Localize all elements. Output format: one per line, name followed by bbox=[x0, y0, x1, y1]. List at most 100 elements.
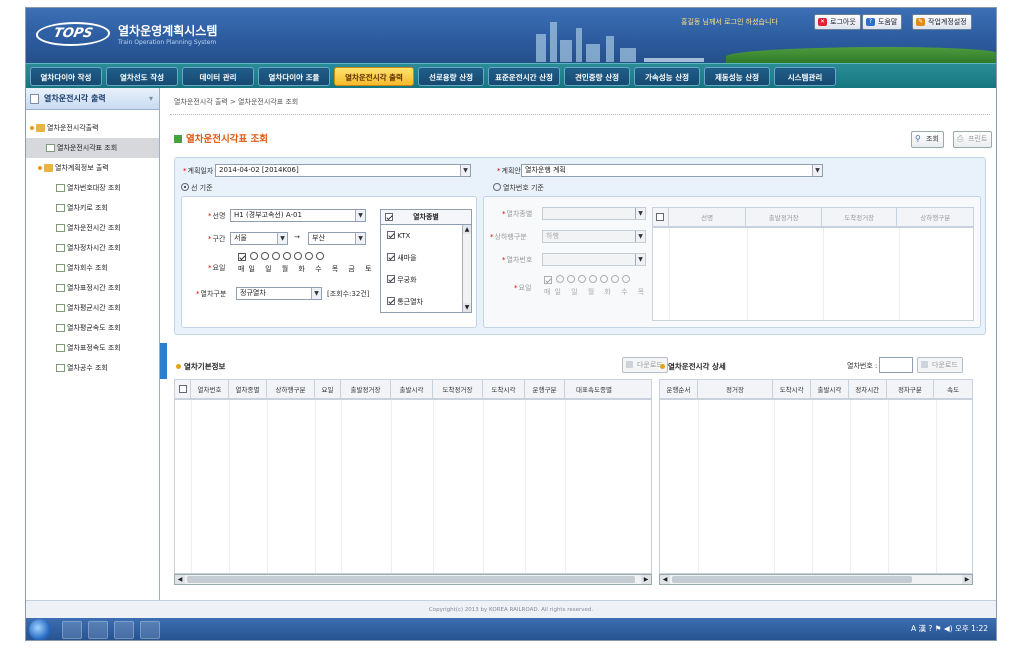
tree-item[interactable]: 열차키로 조회 bbox=[26, 198, 159, 218]
day-checkbox[interactable] bbox=[589, 275, 597, 283]
left-grid-hscroll[interactable]: ◀ ▶ bbox=[174, 574, 652, 585]
result-count: [조회수:32건] bbox=[327, 290, 370, 298]
start-button[interactable] bbox=[29, 619, 51, 640]
tree-item[interactable]: 열차번호대장 조회 bbox=[26, 178, 159, 198]
tree-item[interactable]: 열차표정시간 조회 bbox=[26, 278, 159, 298]
radio-train-basis[interactable]: 열차번호 기준 bbox=[493, 183, 544, 193]
radio-route-basis[interactable]: 선 기준 bbox=[181, 183, 213, 193]
r-type-select[interactable]: ▼ bbox=[542, 207, 646, 220]
tree-item[interactable]: 열차평균시간 조회 bbox=[26, 298, 159, 318]
ime-indicator[interactable]: A 漢 bbox=[911, 624, 926, 633]
tree-item[interactable]: 열차평균속도 조회 bbox=[26, 318, 159, 338]
help-icon[interactable]: ? bbox=[928, 624, 932, 633]
train-type-row[interactable]: 무궁화 bbox=[381, 269, 471, 291]
train-type-all-checkbox[interactable] bbox=[385, 213, 393, 221]
day-checkbox[interactable] bbox=[316, 252, 324, 260]
tab-timetable-output[interactable]: 열차운전시각 출력 bbox=[334, 67, 414, 86]
right-grid-hscroll[interactable]: ◀ ▶ bbox=[659, 574, 973, 585]
tab-standard-runtime[interactable]: 표준운전시간 산정 bbox=[488, 67, 560, 86]
taskbar-icon-ie[interactable] bbox=[88, 621, 108, 639]
checkbox-checked-icon[interactable] bbox=[387, 253, 395, 261]
search-button[interactable]: ⚲ 조회 bbox=[911, 131, 944, 148]
r-direction-select[interactable]: 하행 ▼ bbox=[542, 230, 646, 243]
r-number-select[interactable]: ▼ bbox=[542, 253, 646, 266]
tree-item[interactable]: 열차회수 조회 bbox=[26, 258, 159, 278]
day-checkbox[interactable] bbox=[567, 275, 575, 283]
clock[interactable]: 오후 1:22 bbox=[955, 624, 988, 633]
train-type-row[interactable]: 통근열차 bbox=[381, 291, 471, 313]
day-checkboxes[interactable] bbox=[238, 252, 327, 262]
day-checkbox[interactable] bbox=[622, 275, 630, 283]
page-title: 열차운전시각표 조회 bbox=[174, 131, 268, 145]
sidebar-header[interactable]: 열차운전시각 출력 ▾ bbox=[26, 88, 159, 110]
tree-item[interactable]: 열차공수 조회 bbox=[26, 358, 159, 378]
day-checkbox[interactable] bbox=[272, 252, 280, 260]
tab-data-manage[interactable]: 데이터 관리 bbox=[182, 67, 254, 86]
r-grid-select-all[interactable] bbox=[653, 208, 669, 226]
day-checkbox[interactable] bbox=[600, 275, 608, 283]
flag-icon[interactable]: ⚑ bbox=[935, 624, 942, 633]
day-checkbox[interactable] bbox=[305, 252, 313, 260]
scroll-up-icon[interactable]: ▲ bbox=[463, 225, 471, 234]
tab-line-capacity[interactable]: 선로용량 산정 bbox=[418, 67, 484, 86]
taskbar-icon-desktop[interactable] bbox=[62, 621, 82, 639]
tree-folder-plan-info[interactable]: 열차계획정보 출력 bbox=[26, 158, 159, 178]
day-checkbox[interactable] bbox=[261, 252, 269, 260]
scroll-down-icon[interactable]: ▼ bbox=[463, 303, 471, 312]
scroll-right-icon[interactable]: ▶ bbox=[641, 575, 651, 584]
checkbox-checked-icon[interactable] bbox=[387, 297, 395, 305]
tab-acceleration[interactable]: 가속성능 산정 bbox=[634, 67, 700, 86]
plan-date-select[interactable]: 2014-04-02 [2014K06] ▼ bbox=[215, 164, 471, 177]
tree-item-timetable-view[interactable]: 열차운전시각표 조회 bbox=[26, 138, 159, 158]
tab-line-create[interactable]: 열차선도 작성 bbox=[106, 67, 178, 86]
day-checkbox[interactable] bbox=[556, 275, 564, 283]
help-button[interactable]: ? 도움말 bbox=[862, 14, 903, 30]
print-button[interactable]: ⎙ 프린트 bbox=[953, 131, 993, 148]
tree-item[interactable]: 열차표정속도 조회 bbox=[26, 338, 159, 358]
checkbox-icon[interactable] bbox=[178, 385, 187, 393]
tab-braking[interactable]: 제동성능 산정 bbox=[704, 67, 770, 86]
day-checkbox[interactable] bbox=[294, 252, 302, 260]
train-no-input[interactable] bbox=[879, 357, 913, 373]
section-to-select[interactable]: 부산 ▼ bbox=[308, 232, 366, 245]
train-type-label: KTX bbox=[397, 232, 411, 240]
scroll-thumb[interactable] bbox=[187, 576, 635, 583]
left-grid-select-all[interactable] bbox=[175, 380, 191, 398]
logout-button[interactable]: ✕ 로그아웃 bbox=[814, 14, 861, 30]
right-download-button[interactable]: 다운로드 bbox=[917, 357, 963, 373]
plan-select[interactable]: 열차운행 계획 ▼ bbox=[521, 164, 823, 177]
scroll-left-icon[interactable]: ◀ bbox=[660, 575, 670, 584]
tree-folder-timetable[interactable]: 열차운전시각출력 bbox=[26, 118, 159, 138]
scroll-right-icon[interactable]: ▶ bbox=[962, 575, 972, 584]
class-select[interactable]: 정규열차 ▼ bbox=[236, 287, 322, 300]
scroll-thumb[interactable] bbox=[672, 576, 912, 583]
tab-system-manage[interactable]: 시스템관리 bbox=[774, 67, 836, 86]
section-from-select[interactable]: 서울 ▼ bbox=[230, 232, 288, 245]
account-settings-button[interactable]: ✎ 작업계정설정 bbox=[912, 14, 972, 30]
train-type-scrollbar[interactable]: ▲ ▼ bbox=[462, 225, 471, 312]
tab-diagram-adjust[interactable]: 열차다이아 조율 bbox=[258, 67, 330, 86]
col-depart-station: 출발정거장 bbox=[746, 208, 822, 226]
tree-item[interactable]: 열차정차시간 조회 bbox=[26, 238, 159, 258]
checkbox-icon[interactable] bbox=[656, 213, 665, 221]
route-select[interactable]: H1 (경부고속선) A-01 ▼ bbox=[230, 209, 366, 222]
r-day-all-checkbox[interactable] bbox=[544, 276, 552, 284]
train-type-row[interactable]: 새마을 bbox=[381, 247, 471, 269]
tab-diagram-create[interactable]: 열차다이아 작성 bbox=[30, 67, 102, 86]
checkbox-checked-icon[interactable] bbox=[387, 275, 395, 283]
tab-traction-weight[interactable]: 견인중량 산정 bbox=[564, 67, 630, 86]
scroll-left-icon[interactable]: ◀ bbox=[175, 575, 185, 584]
day-checkbox[interactable] bbox=[578, 275, 586, 283]
day-checkbox[interactable] bbox=[250, 252, 258, 260]
day-all-checkbox[interactable] bbox=[238, 253, 246, 261]
day-checkbox[interactable] bbox=[283, 252, 291, 260]
day-checkbox[interactable] bbox=[611, 275, 619, 283]
taskbar-icon-explorer[interactable] bbox=[114, 621, 134, 639]
taskbar-icon-app[interactable] bbox=[140, 621, 160, 639]
r-day-checkboxes[interactable] bbox=[544, 275, 633, 285]
checkbox-checked-icon[interactable] bbox=[387, 231, 395, 239]
tree-item[interactable]: 열차운전시간 조회 bbox=[26, 218, 159, 238]
volume-icon[interactable]: ◀) bbox=[944, 624, 953, 633]
help-label: 도움말 bbox=[878, 18, 898, 26]
train-type-row[interactable]: KTX bbox=[381, 225, 471, 247]
